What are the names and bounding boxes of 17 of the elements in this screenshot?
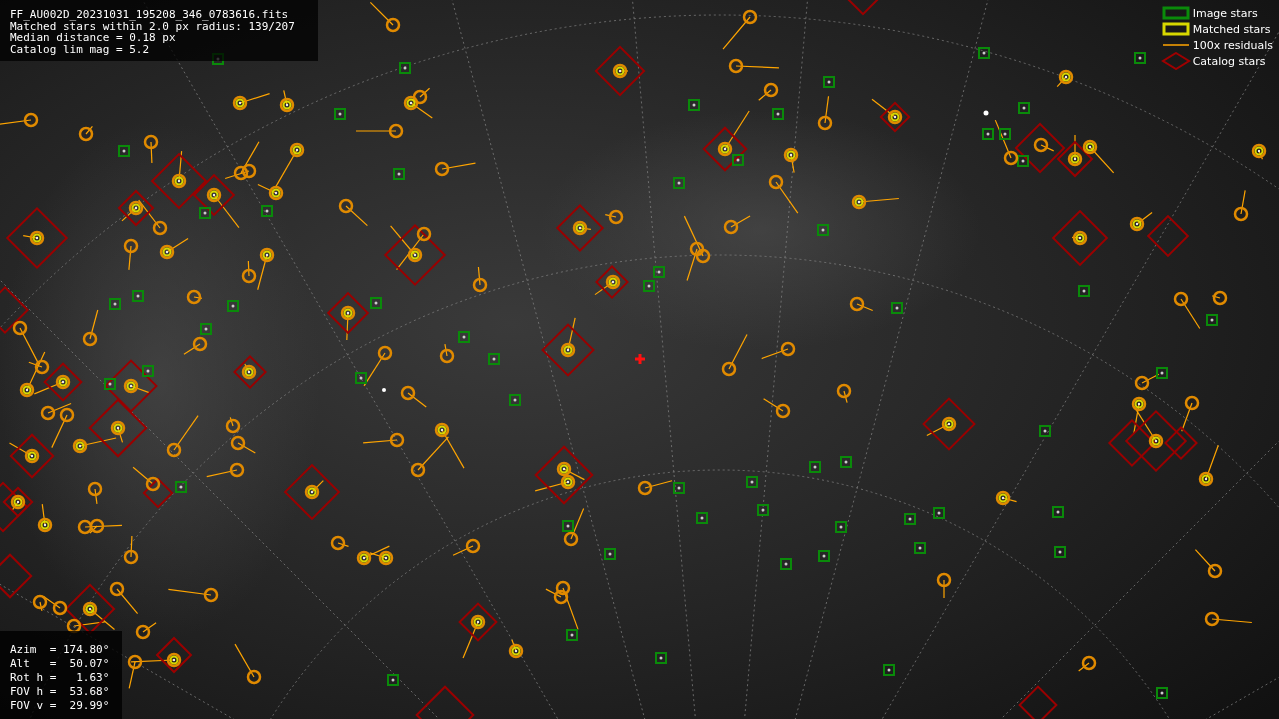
residual-line-icon bbox=[1162, 44, 1189, 46]
pointing-line: Alt = 50.07° bbox=[10, 657, 111, 671]
legend-label: Image stars bbox=[1192, 6, 1258, 20]
square-icon bbox=[1160, 20, 1191, 38]
pointing-line: FOV h = 53.68° bbox=[10, 685, 111, 699]
pointing-line: Azim = 174.80° bbox=[10, 643, 111, 657]
info-line: FF_AU002D_20231031_195208_346_0783616.fits bbox=[10, 9, 290, 21]
info-line: Catalog lim mag = 5.2 bbox=[10, 43, 151, 55]
legend-label: Catalog stars bbox=[1192, 54, 1266, 68]
pointing-line: Rot h = 1.63° bbox=[10, 671, 111, 685]
diamond-icon bbox=[1160, 52, 1191, 70]
square-icon bbox=[1160, 4, 1191, 22]
info-line: Median distance = 0.18 px bbox=[10, 32, 176, 44]
legend-label: Matched stars bbox=[1192, 22, 1271, 36]
legend-label: 100x residuals bbox=[1192, 38, 1273, 52]
pointing-line: FOV v = 29.99° bbox=[10, 699, 111, 713]
info-line: Matched stars within 2.0 px radius: 139/207 bbox=[10, 20, 296, 32]
